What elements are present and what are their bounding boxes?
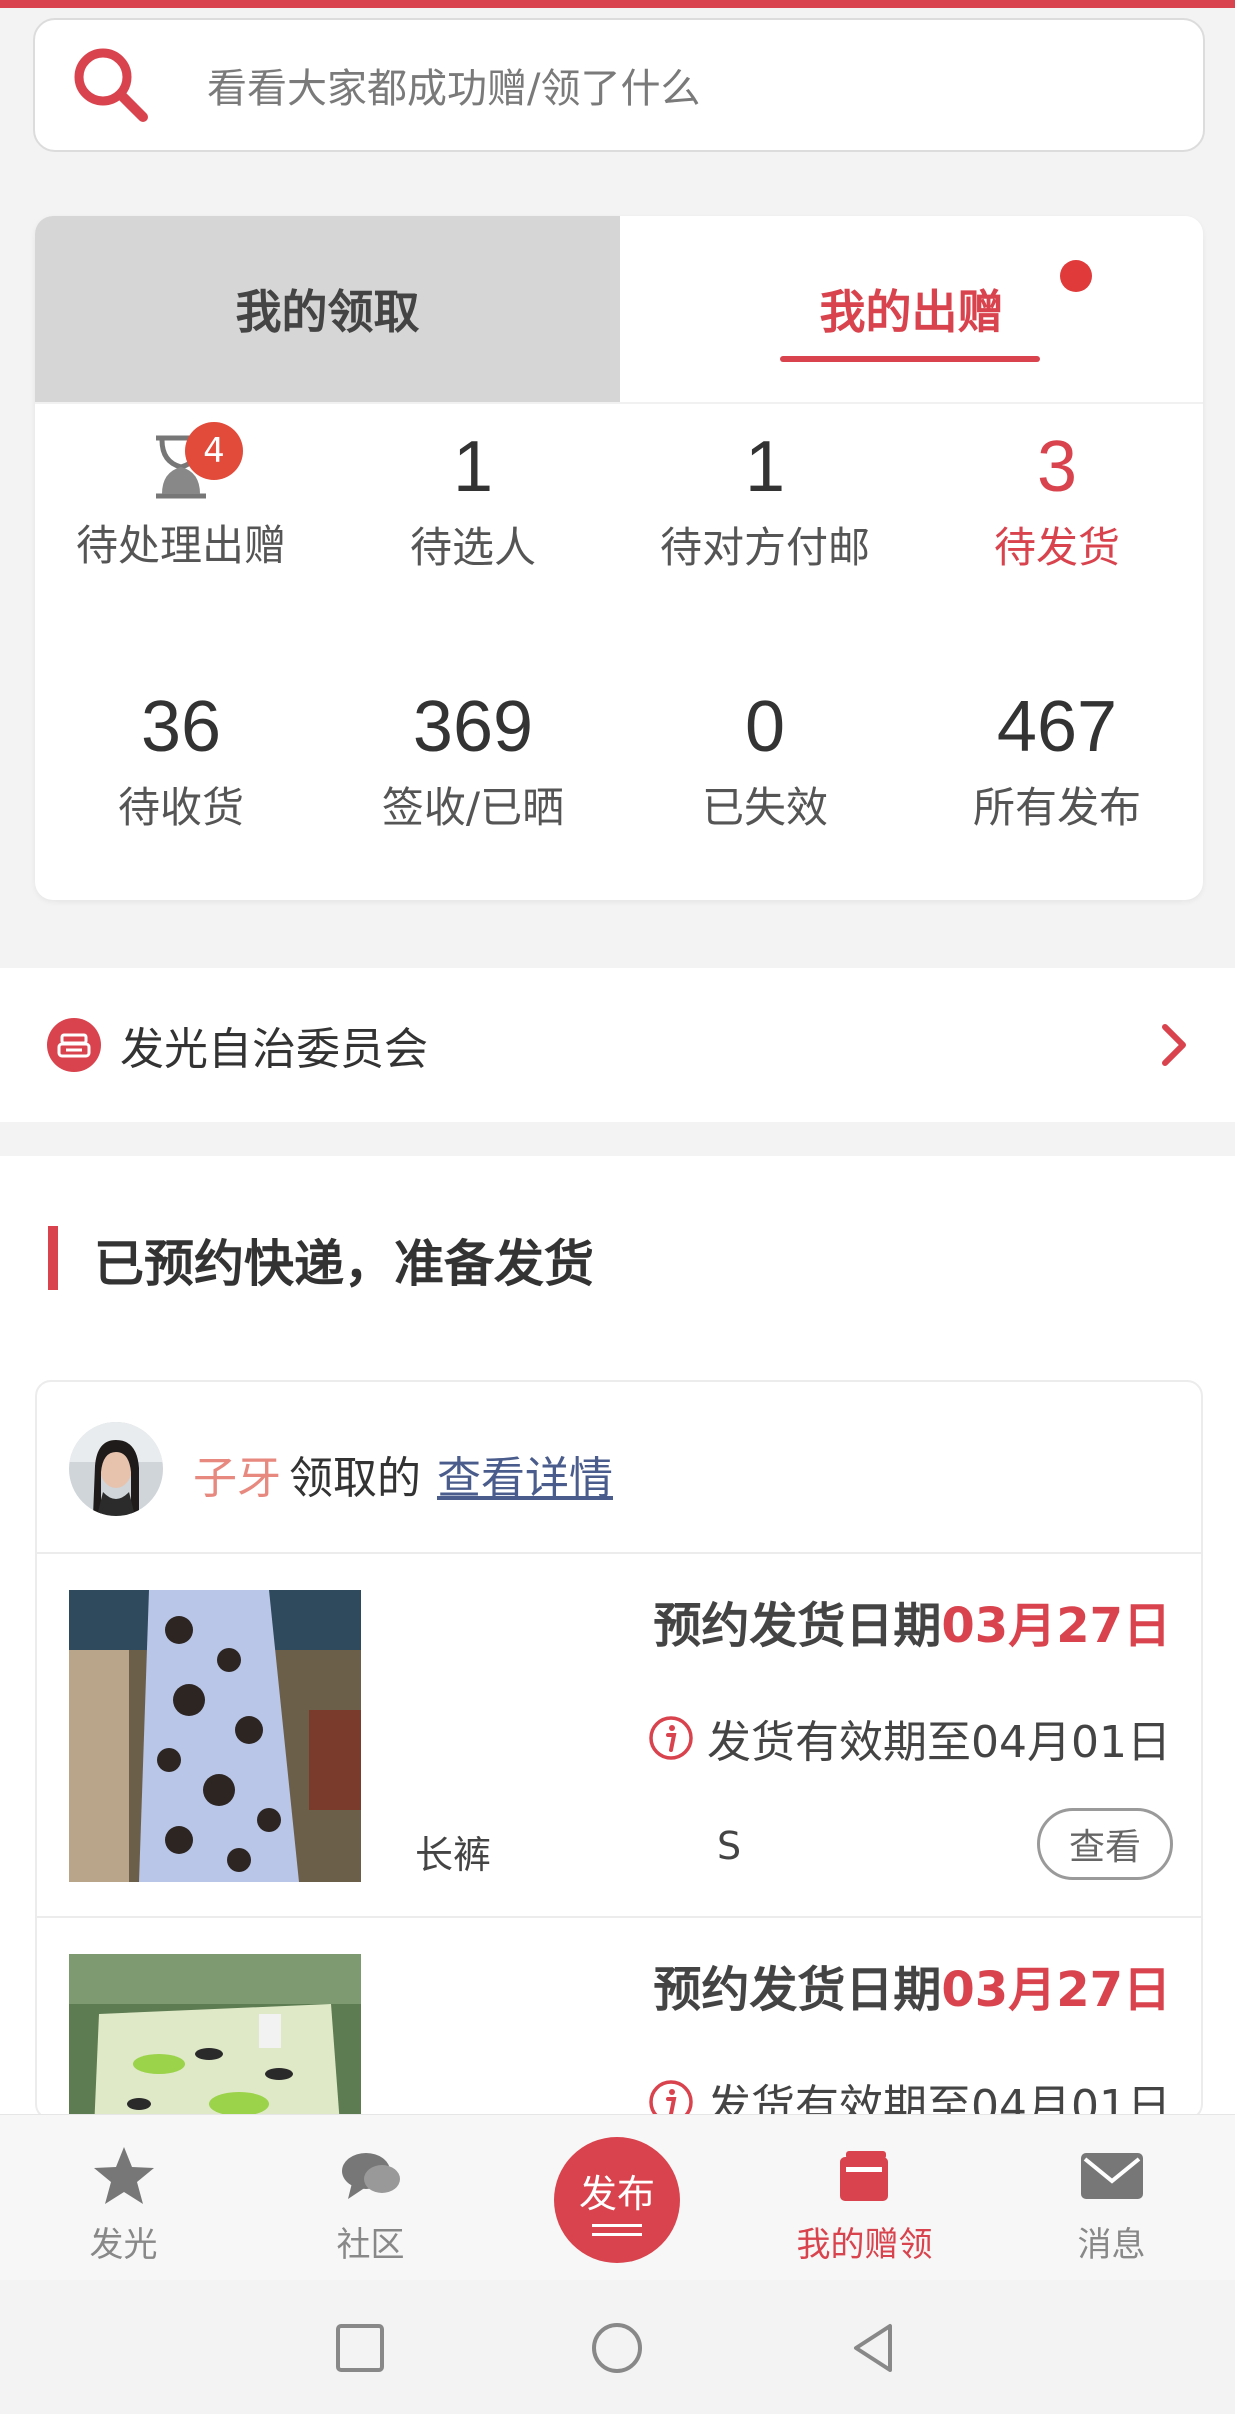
- info-icon: [649, 1716, 693, 1760]
- scheduled-ship-date: 预约发货日期03月27日: [653, 1586, 1171, 1656]
- tab-my-give[interactable]: 我的出赠: [620, 216, 1203, 402]
- stat-label: 签收/已晒: [381, 783, 565, 832]
- committee-icon: [47, 1018, 101, 1072]
- menu-lines-icon: [592, 2224, 642, 2236]
- stat-pending-receive[interactable]: 36 待收货: [35, 682, 327, 835]
- stat-pending-postage[interactable]: 1 待对方付邮: [619, 422, 911, 575]
- nav-label: 发光: [89, 2225, 158, 2265]
- stat-value: 1: [452, 427, 494, 507]
- stat-pending-ship[interactable]: 3 待发货: [911, 422, 1203, 575]
- nav-label: 社区: [336, 2225, 405, 2265]
- order-item: 预约发货日期03月27日 发货有效期至04月01日 长裤 S 查看: [37, 1554, 1201, 1918]
- stat-value: 369: [412, 687, 534, 767]
- section-title: 已预约快递，准备发货: [94, 1235, 594, 1293]
- section-accent-bar: [48, 1226, 58, 1290]
- nav-item-community[interactable]: 社区: [247, 2115, 494, 2281]
- search-bar[interactable]: 看看大家都成功赠/领了什么: [33, 18, 1205, 152]
- ship-date-value: 03月27日: [941, 1598, 1171, 1654]
- ship-date-prefix: 预约发货日期: [653, 1598, 942, 1654]
- committee-label: 发光自治委员会: [120, 1024, 428, 1075]
- search-placeholder: 看看大家都成功赠/领了什么: [207, 66, 701, 112]
- order-card: 子牙 领取的 查看详情 预约发货日期03月27日 发货有效期至04月01日 长裤…: [35, 1380, 1203, 2120]
- stat-value: 0: [744, 687, 786, 767]
- publish-button[interactable]: 发布: [554, 2137, 680, 2263]
- publish-label: 发布: [578, 2172, 655, 2216]
- item-size: S: [717, 1824, 742, 1868]
- avatar[interactable]: [69, 1422, 163, 1516]
- star-icon: [93, 2147, 154, 2204]
- tab-my-receive-label: 我的领取: [235, 285, 420, 339]
- ship-date-value: 03月27日: [941, 1962, 1171, 2018]
- order-header: 子牙 领取的 查看详情: [37, 1382, 1201, 1554]
- stat-label: 待选人: [409, 523, 536, 572]
- stats-card: 我的领取 我的出赠 4 待处理出赠 1 待选人 1 待对方付邮 3 待发货 36…: [35, 216, 1203, 900]
- tabs: 我的领取 我的出赠: [35, 216, 1203, 402]
- chat-icon: [341, 2153, 400, 2199]
- nav-item-glow[interactable]: 发光: [0, 2115, 247, 2281]
- search-icon: [74, 48, 148, 122]
- notification-dot: [1060, 260, 1092, 292]
- validity-text: 发货有效期至04月01日: [707, 1717, 1171, 1768]
- active-tab-underline: [780, 356, 1040, 362]
- nav-item-messages[interactable]: 消息: [988, 2115, 1235, 2281]
- stat-expired[interactable]: 0 已失效: [619, 682, 911, 835]
- tab-my-give-label: 我的出赠: [819, 285, 1004, 339]
- item-name: 长裤: [415, 1833, 492, 1877]
- chevron-right-icon: [1162, 1024, 1186, 1066]
- stat-label: 待收货: [117, 783, 244, 832]
- bottom-nav: 发光 社区 发布 我的赠领 消息: [0, 2114, 1235, 2280]
- ship-date-prefix: 预约发货日期: [653, 1962, 942, 2018]
- received-by-label: 领取的: [289, 1453, 421, 1504]
- item-photo[interactable]: [69, 1954, 361, 2118]
- mail-icon: [1080, 2153, 1143, 2199]
- pending-badge: 4: [185, 422, 243, 480]
- nav-label: 消息: [1077, 2225, 1146, 2265]
- nav-label: 我的赠领: [796, 2225, 933, 2265]
- stat-label: 所有发布: [972, 783, 1141, 832]
- scheduled-ship-date: 预约发货日期03月27日: [653, 1950, 1171, 2020]
- validity-text: 发货有效期至04月01日: [707, 2081, 1171, 2120]
- top-accent-bar: [0, 0, 1235, 8]
- tab-my-receive[interactable]: 我的领取: [35, 216, 620, 402]
- stat-label: 已失效: [701, 783, 828, 832]
- ship-validity: 发货有效期至04月01日: [647, 1706, 1171, 1770]
- ready-to-ship-section: 已预约快递，准备发货 子牙 领取的 查看详情 预约发货日期03月27日 发货有效…: [0, 1156, 1235, 2120]
- view-details-link[interactable]: 查看详情: [437, 1442, 613, 1506]
- committee-row[interactable]: 发光自治委员会: [0, 968, 1235, 1122]
- stat-signed[interactable]: 369 签收/已晒: [327, 682, 619, 835]
- view-button[interactable]: 查看: [1037, 1808, 1173, 1880]
- recent-apps-icon[interactable]: [332, 2320, 388, 2376]
- stat-value: 3: [1036, 427, 1078, 507]
- recipient-name[interactable]: 子牙: [193, 1442, 281, 1506]
- divider: [35, 402, 1203, 404]
- stat-label: 待处理出赠: [75, 521, 286, 570]
- stat-value: 467: [996, 687, 1118, 767]
- stat-pending-select[interactable]: 1 待选人: [327, 422, 619, 575]
- gift-box-icon: [839, 2151, 888, 2201]
- stat-value: 36: [140, 687, 222, 767]
- stat-label: 待发货: [993, 523, 1120, 572]
- stat-pending-process[interactable]: 4 待处理出赠: [35, 422, 327, 573]
- item-photo[interactable]: [69, 1590, 361, 1882]
- order-item: 预约发货日期03月27日 发货有效期至04月01日: [37, 1918, 1201, 2120]
- nav-item-my-gifts[interactable]: 我的赠领: [741, 2115, 988, 2281]
- stat-label: 待对方付邮: [659, 523, 870, 572]
- ship-validity: 发货有效期至04月01日: [647, 2070, 1171, 2120]
- stat-all-published[interactable]: 467 所有发布: [911, 682, 1203, 835]
- system-nav-bar: [0, 2280, 1235, 2414]
- stat-value: 1: [744, 427, 786, 507]
- home-icon[interactable]: [589, 2320, 645, 2376]
- back-icon[interactable]: [846, 2320, 902, 2376]
